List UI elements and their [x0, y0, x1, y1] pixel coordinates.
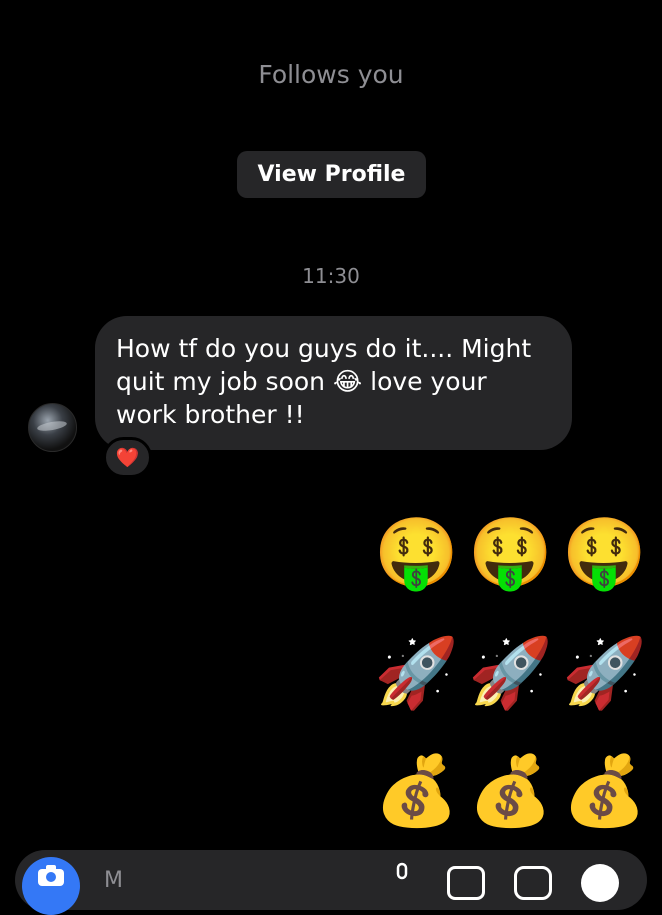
incoming-message-text: How tf do you guys do it.... Might quit … — [116, 334, 532, 429]
money-mouth-face-icon: 🤑 — [468, 514, 553, 593]
rocket-icon: 🚀 — [468, 634, 553, 713]
gallery-icon[interactable] — [447, 866, 485, 900]
money-bag-icon: 💰 — [562, 752, 647, 831]
mic-icon[interactable] — [392, 862, 412, 895]
sender-avatar[interactable] — [28, 403, 77, 452]
plus-icon[interactable] — [581, 864, 619, 902]
money-bag-icon: 💰 — [374, 752, 459, 831]
sticker-icon[interactable] — [514, 866, 552, 900]
outgoing-emoji-message[interactable]: 💰 💰 💰 — [374, 751, 647, 833]
outgoing-emoji-message[interactable]: 🚀 🚀 🚀 — [374, 633, 647, 715]
rocket-icon: 🚀 — [562, 634, 647, 713]
outgoing-emoji-message[interactable]: 🤑 🤑 🤑 — [374, 513, 647, 595]
money-mouth-face-icon: 🤑 — [562, 514, 647, 593]
view-profile-button[interactable]: View Profile — [237, 151, 426, 198]
incoming-message-bubble[interactable]: How tf do you guys do it.... Might quit … — [95, 316, 572, 450]
message-timestamp: 11:30 — [302, 264, 360, 288]
money-mouth-face-icon: 🤑 — [374, 514, 459, 593]
camera-glyph — [38, 865, 64, 886]
message-input[interactable]: M — [104, 868, 123, 893]
follows-you-label: Follows you — [258, 60, 404, 89]
camera-icon[interactable] — [22, 857, 80, 915]
rocket-icon: 🚀 — [374, 634, 459, 713]
heart-reaction-icon[interactable]: ❤️ — [103, 437, 152, 478]
money-bag-icon: 💰 — [468, 752, 553, 831]
